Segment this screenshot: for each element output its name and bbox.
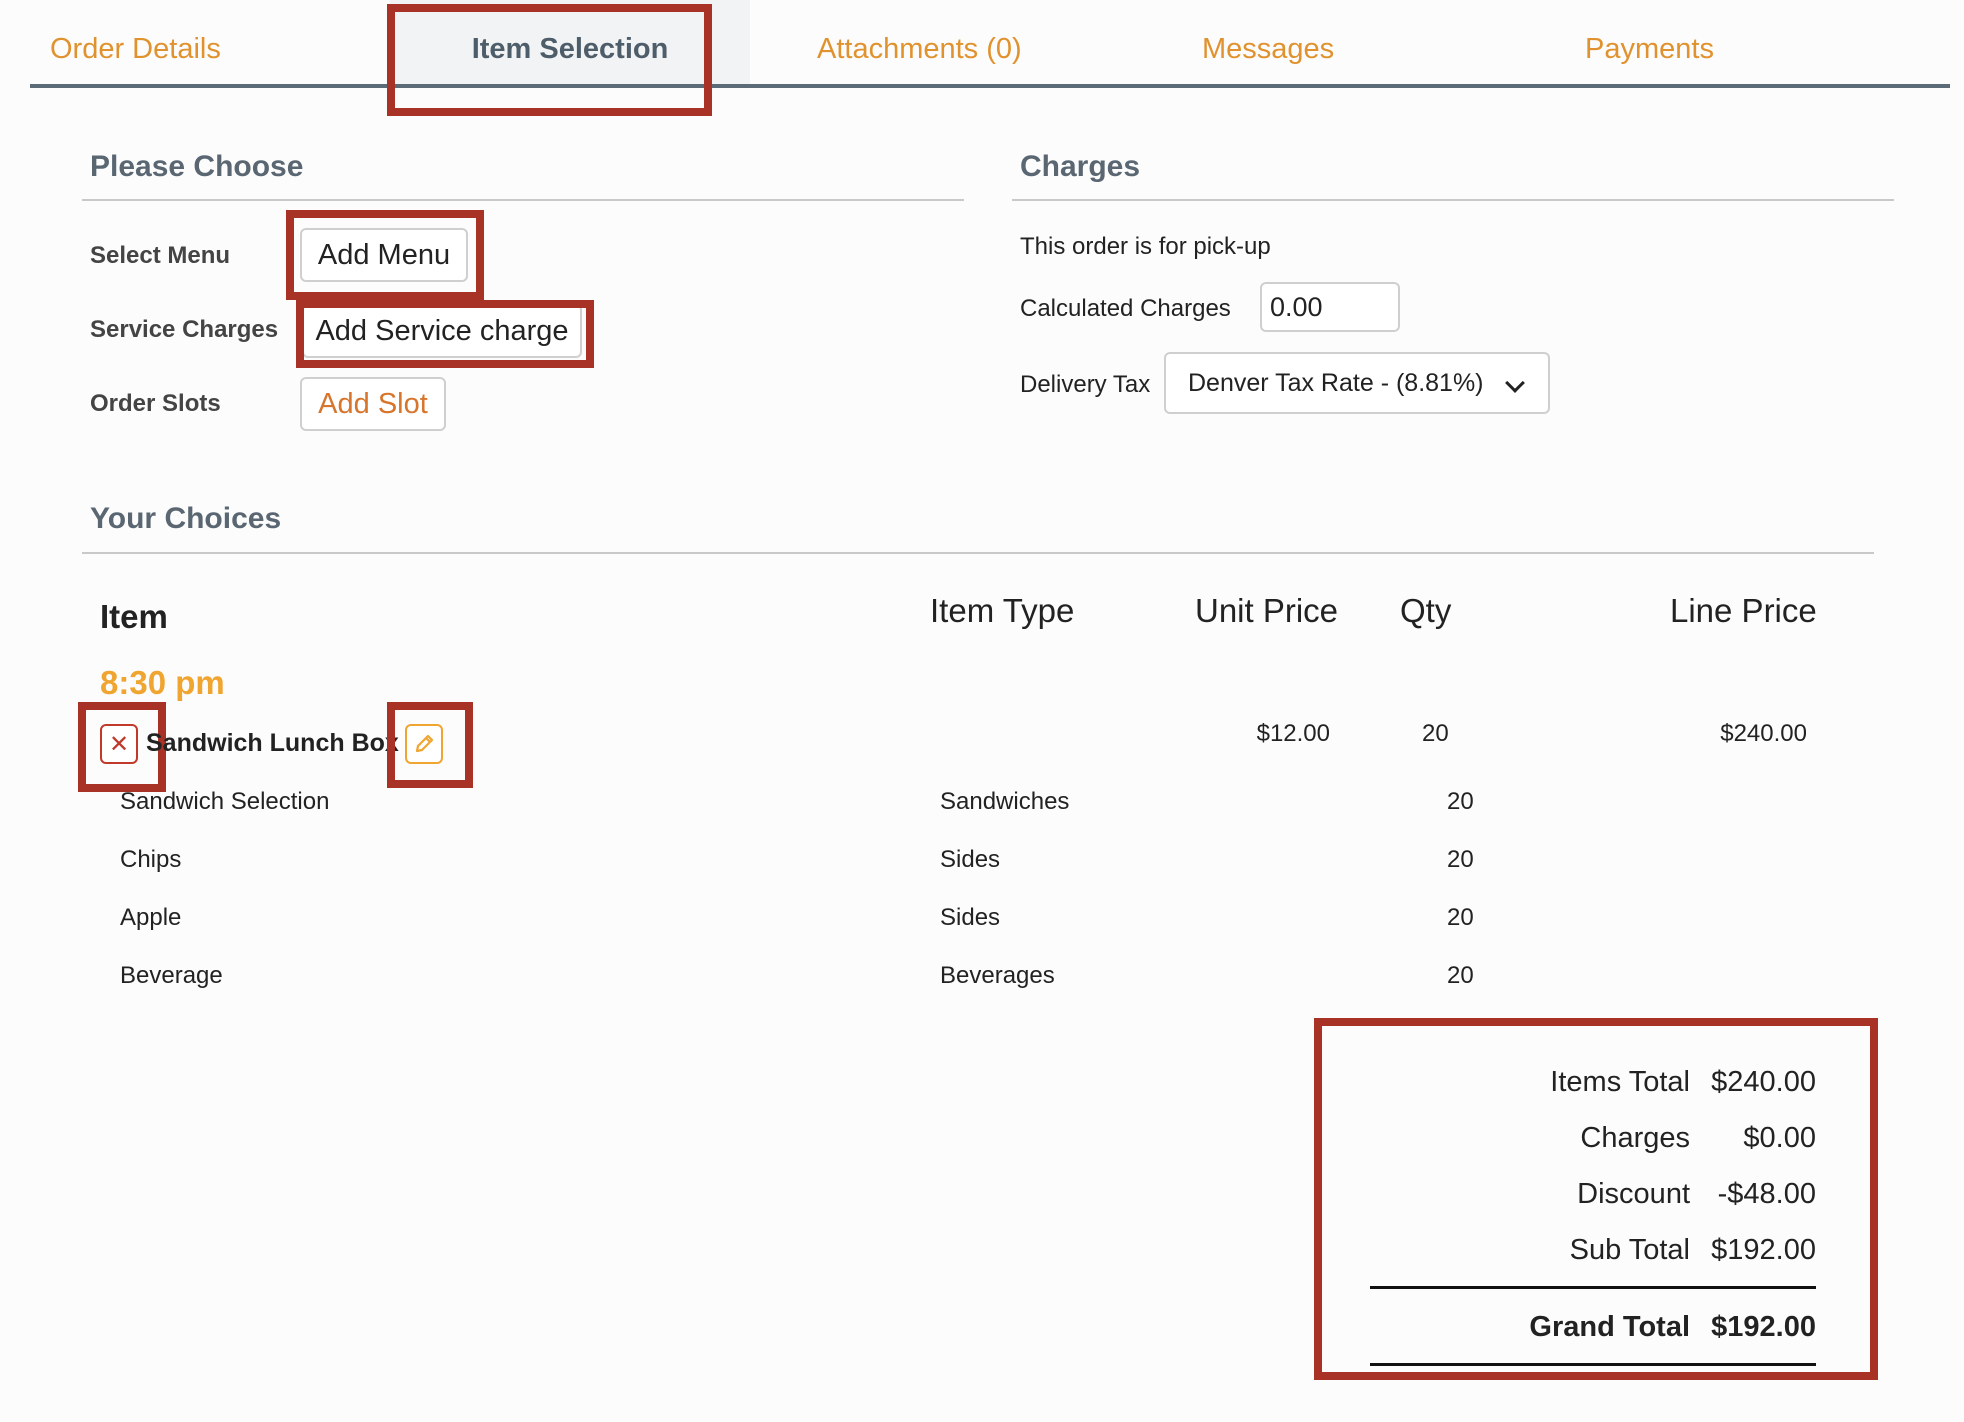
tab-messages[interactable]: Messages bbox=[1202, 0, 1334, 84]
service-charges-label: Service Charges bbox=[90, 316, 279, 343]
please-choose-title: Please Choose bbox=[90, 150, 304, 183]
select-menu-label: Select Menu bbox=[90, 242, 231, 269]
tab-payments[interactable]: Payments bbox=[1585, 0, 1714, 84]
subitem-qty: 20 bbox=[1447, 788, 1474, 815]
header-qty: Qty bbox=[1400, 592, 1452, 629]
sub-total-value: $192.00 bbox=[1711, 1234, 1816, 1266]
divider bbox=[82, 199, 964, 201]
sub-total-label: Sub Total bbox=[1569, 1234, 1690, 1266]
grand-total-value: $192.00 bbox=[1711, 1311, 1816, 1343]
divider bbox=[1012, 199, 1894, 201]
subitem-type: Beverages bbox=[940, 962, 1055, 989]
header-item-type: Item Type bbox=[930, 592, 1075, 629]
subitem-name: Beverage bbox=[120, 962, 223, 989]
discount-label: Discount bbox=[1577, 1178, 1690, 1210]
subitem-qty: 20 bbox=[1447, 962, 1474, 989]
item-name: Sandwich Lunch Box bbox=[146, 729, 399, 757]
items-total-label: Items Total bbox=[1550, 1066, 1690, 1098]
item-qty: 20 bbox=[1422, 720, 1449, 747]
add-service-charge-button[interactable]: Add Service charge bbox=[302, 304, 582, 358]
totals-divider bbox=[1370, 1286, 1816, 1289]
header-line-price: Line Price bbox=[1670, 592, 1817, 629]
discount-value: -$48.00 bbox=[1717, 1178, 1816, 1210]
calculated-charges-input[interactable]: 0.00 bbox=[1260, 282, 1400, 332]
edit-item-button[interactable] bbox=[405, 724, 443, 764]
items-total-value: $240.00 bbox=[1711, 1066, 1816, 1098]
add-slot-button[interactable]: Add Slot bbox=[300, 377, 446, 431]
time-slot-label: 8:30 pm bbox=[100, 664, 225, 701]
calculated-charges-label: Calculated Charges bbox=[1020, 295, 1231, 322]
tab-attachments[interactable]: Attachments (0) bbox=[817, 0, 1067, 84]
order-slots-label: Order Slots bbox=[90, 390, 221, 417]
subitem-type: Sandwiches bbox=[940, 788, 1070, 815]
pickup-note: This order is for pick-up bbox=[1020, 233, 1271, 260]
subitem-name: Apple bbox=[120, 904, 182, 931]
subitem-name: Sandwich Selection bbox=[120, 788, 330, 815]
tab-order-details[interactable]: Order Details bbox=[50, 0, 221, 84]
grand-total-label: Grand Total bbox=[1529, 1311, 1690, 1343]
item-line-price: $240.00 bbox=[1720, 720, 1807, 747]
header-item: Item bbox=[100, 598, 168, 635]
your-choices-title: Your Choices bbox=[90, 502, 282, 535]
subitem-type: Sides bbox=[940, 904, 1001, 931]
charges-title: Charges bbox=[1020, 150, 1141, 183]
totals-divider bbox=[1370, 1363, 1816, 1366]
tab-item-selection[interactable]: Item Selection bbox=[390, 0, 750, 84]
divider bbox=[82, 552, 1874, 554]
close-icon: ✕ bbox=[108, 730, 130, 758]
charges-total-label: Charges bbox=[1580, 1122, 1690, 1154]
delivery-tax-select[interactable]: Denver Tax Rate - (8.81%) bbox=[1164, 352, 1550, 414]
delivery-tax-selected: Denver Tax Rate - (8.81%) bbox=[1188, 369, 1484, 397]
subitem-qty: 20 bbox=[1447, 904, 1474, 931]
subitem-qty: 20 bbox=[1447, 846, 1474, 873]
subitem-name: Chips bbox=[120, 846, 182, 873]
delete-item-button[interactable]: ✕ bbox=[100, 724, 138, 764]
header-unit-price: Unit Price bbox=[1195, 592, 1339, 629]
delivery-tax-label: Delivery Tax bbox=[1020, 371, 1151, 398]
subitem-type: Sides bbox=[940, 846, 1001, 873]
chevron-down-icon bbox=[1505, 373, 1525, 393]
pencil-icon bbox=[415, 734, 434, 753]
add-menu-button[interactable]: Add Menu bbox=[300, 228, 468, 282]
tab-bar: Order Details Item Selection Attachments… bbox=[30, 0, 1950, 88]
charges-total-value: $0.00 bbox=[1743, 1122, 1816, 1154]
item-unit-price: $12.00 bbox=[1256, 720, 1330, 747]
